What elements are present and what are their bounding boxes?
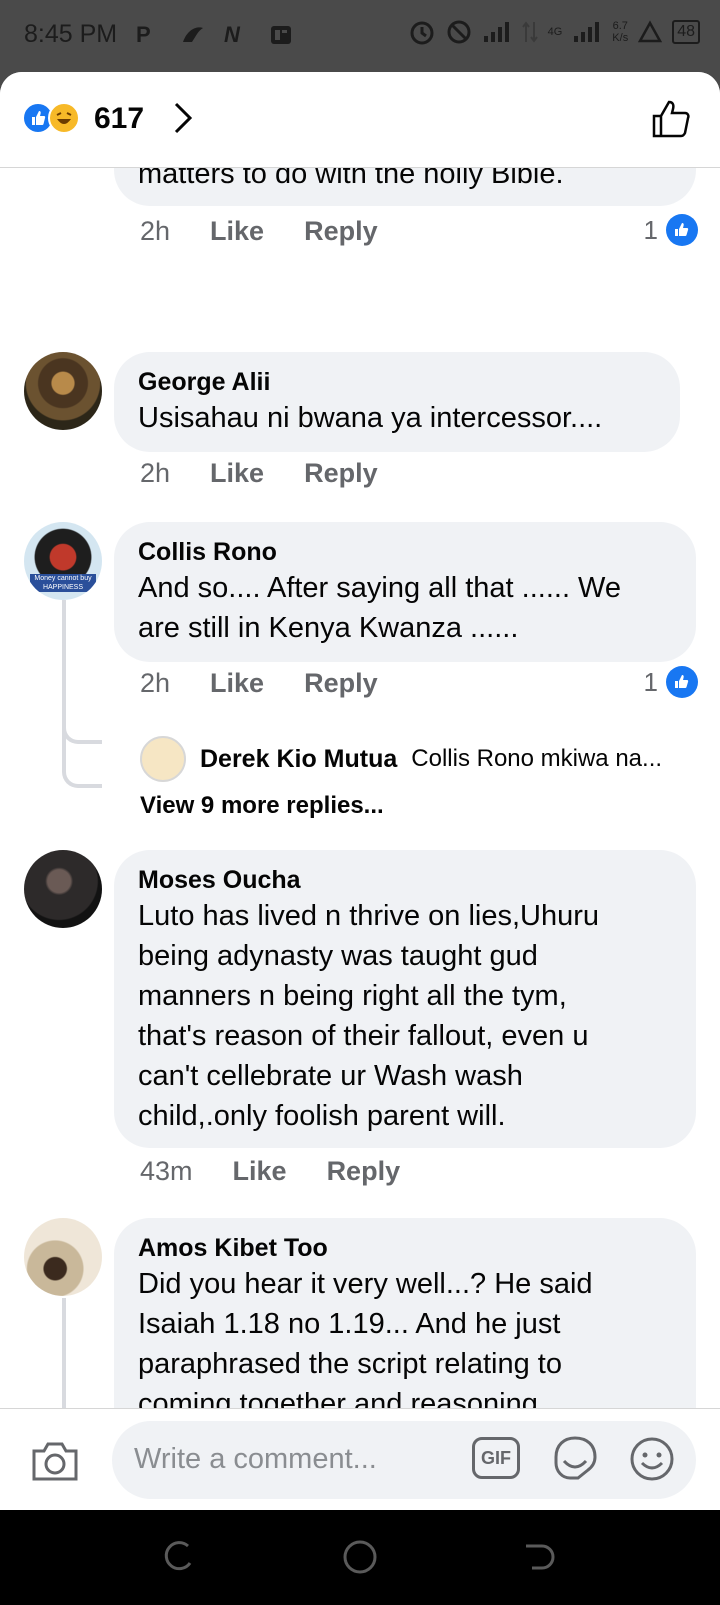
comment-text-line: child,.only foolish parent will. <box>138 1100 506 1132</box>
like-button-icon[interactable] <box>650 98 692 140</box>
comment-input[interactable] <box>134 1439 454 1479</box>
reaction-count: 617 <box>94 102 145 135</box>
comment-time: 2h <box>140 458 171 488</box>
emoji-icon[interactable] <box>628 1435 676 1483</box>
comment-text-line: are still in Kenya Kwanza ...... <box>138 612 519 644</box>
reply-text: Collis Rono mkiwa na... <box>411 745 663 772</box>
like-count-value: 1 <box>643 214 658 245</box>
recents-icon[interactable] <box>160 1538 198 1576</box>
comment-text-line: And so.... After saying all that ...... … <box>138 572 622 604</box>
home-icon[interactable] <box>341 1538 379 1576</box>
battery-indicator: 48 <box>672 20 700 44</box>
like-icon <box>666 666 698 698</box>
gif-button[interactable]: GIF <box>472 1437 520 1479</box>
reaction-icons <box>22 102 88 136</box>
comment-actions: 2h Like Reply <box>140 458 378 489</box>
comment-bubble[interactable]: Collis Rono And so.... After saying all … <box>114 522 696 662</box>
data-arrows-icon <box>521 21 538 43</box>
comment-time: 43m <box>140 1156 193 1186</box>
comment-author[interactable]: Collis Rono <box>138 536 672 568</box>
comment-text-line: can't cellebrate ur Wash wash <box>138 1060 523 1092</box>
reply-link[interactable]: Reply <box>304 216 378 247</box>
reply-link[interactable]: Reply <box>304 458 378 489</box>
speed-unit: K/s <box>612 32 629 44</box>
avatar-caption: Money cannot buy HAPPINESS <box>30 574 96 592</box>
avatar[interactable] <box>24 352 102 430</box>
like-icon <box>666 214 698 246</box>
reply-author: Derek Kio Mutua <box>200 744 398 773</box>
reply-avatar[interactable] <box>140 736 186 782</box>
comment-like-count[interactable]: 1 <box>644 214 698 246</box>
comment-text-line: Isaiah 1.18 no 1.19... And he just <box>138 1308 561 1340</box>
status-time: 8:45 PM <box>24 20 118 48</box>
comment-bubble[interactable]: matters to do with the holly Bible. <box>114 168 696 206</box>
haha-icon <box>48 102 80 134</box>
comment-actions: 2h Like Reply <box>140 668 378 699</box>
reply-preview[interactable]: Derek Kio Mutua Collis Rono mkiwa na... <box>140 736 662 782</box>
comment-input-pill[interactable]: GIF <box>112 1421 696 1499</box>
comment-text-line: Luto has lived n thrive on lies,Uhuru <box>138 900 600 932</box>
comment-bubble[interactable]: Moses Oucha Luto has lived n thrive on l… <box>114 850 696 1148</box>
comment-author[interactable]: George Alii <box>138 366 656 398</box>
comment-text-line: being adynasty was taught gud <box>138 940 538 972</box>
reply-link[interactable]: Reply <box>327 1156 401 1187</box>
speed-value: 6.7 <box>612 20 628 32</box>
comments-sheet: 617 matters to do with the holly Bible. … <box>0 72 720 1510</box>
like-count-value: 1 <box>643 666 658 697</box>
bird-app-icon <box>180 22 206 48</box>
avatar[interactable] <box>24 1218 102 1296</box>
warning-icon <box>638 20 663 43</box>
avatar[interactable] <box>24 850 102 928</box>
like-link[interactable]: Like <box>210 458 264 489</box>
comment-author[interactable]: Moses Oucha <box>138 864 672 896</box>
comment-time: 2h <box>140 216 171 246</box>
avatar[interactable]: Money cannot buy HAPPINESS <box>24 522 102 600</box>
thread-branch <box>62 744 102 788</box>
status-system-icons: 4G 6.7 K/s 48 <box>408 18 700 46</box>
alarm-icon <box>410 21 434 45</box>
signal-4g-icon <box>574 22 600 42</box>
comment-actions: 43m Like Reply <box>140 1156 400 1187</box>
p-app-icon: P <box>136 22 151 47</box>
comment-text-line: that's reason of their fallout, even u <box>138 1020 589 1052</box>
chevron-right-icon[interactable] <box>170 100 196 136</box>
do-not-disturb-icon <box>447 20 471 44</box>
n-app-icon: N <box>224 22 240 47</box>
network-type: 4G <box>547 26 563 38</box>
comment-bubble[interactable]: George Alii Usisahau ni bwana ya interce… <box>114 352 680 452</box>
comment-text-line: Did you hear it very well...? He said <box>138 1268 593 1300</box>
like-link[interactable]: Like <box>233 1156 287 1187</box>
back-icon[interactable] <box>520 1538 558 1576</box>
comment-list: matters to do with the holly Bible. 2h L… <box>0 168 720 1480</box>
signal-icon <box>483 22 509 42</box>
comment-time: 2h <box>140 668 171 698</box>
sticker-icon[interactable] <box>550 1433 600 1483</box>
like-link[interactable]: Like <box>210 668 264 699</box>
comment-text: Usisahau ni bwana ya intercessor.... <box>138 402 603 434</box>
comment-composer: GIF <box>0 1408 720 1510</box>
system-nav-bar <box>0 1510 720 1605</box>
network-speed: 6.7 K/s <box>612 20 628 44</box>
comment-text: matters to do with the holly Bible. <box>138 168 564 190</box>
news-app-icon <box>268 22 294 48</box>
comment-text-line: paraphrased the script relating to <box>138 1348 562 1380</box>
reactions-bar[interactable]: 617 <box>0 72 720 168</box>
status-bar: 8:45 PM P N 4G 6.7 K/s 48 <box>0 0 720 72</box>
camera-icon[interactable] <box>30 1439 80 1483</box>
view-more-replies-link[interactable]: View 9 more replies... <box>140 792 384 820</box>
status-app-icons: P N <box>136 22 294 48</box>
comment-author[interactable]: Amos Kibet Too <box>138 1232 672 1264</box>
reply-link[interactable]: Reply <box>304 668 378 699</box>
like-link[interactable]: Like <box>210 216 264 247</box>
comment-actions: 2h Like Reply <box>140 216 378 247</box>
comment-text-line: manners n being right all the tym, <box>138 980 567 1012</box>
thread-branch <box>62 708 102 744</box>
comment-like-count[interactable]: 1 <box>644 666 698 698</box>
